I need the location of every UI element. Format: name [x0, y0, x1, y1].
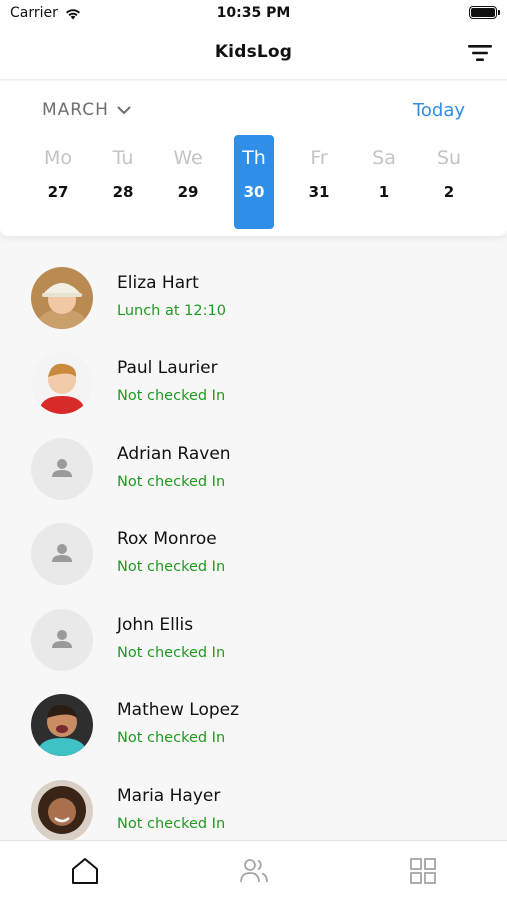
- home-icon: [72, 858, 98, 884]
- day-number: 2: [443, 183, 455, 201]
- kid-status: Not checked In: [117, 388, 226, 404]
- avatar: [31, 780, 93, 840]
- day-of-week: Tu: [112, 147, 134, 169]
- day-number: 1: [378, 183, 390, 201]
- kid-status: Not checked In: [117, 474, 226, 490]
- person-icon: [52, 459, 72, 477]
- day-friday[interactable]: Fr 31: [299, 135, 339, 229]
- filter-button[interactable]: [467, 42, 493, 64]
- kid-row-john-ellis[interactable]: John Ellis Not checked In: [0, 609, 507, 694]
- page-title: KidsLog: [214, 42, 293, 62]
- kid-name: Rox Monroe: [117, 529, 217, 549]
- avatar-placeholder: [31, 523, 93, 585]
- day-of-week: Su: [436, 147, 462, 169]
- day-monday[interactable]: Mo 27: [38, 135, 78, 229]
- avatar-placeholder: [31, 438, 93, 500]
- kid-status: Not checked In: [117, 730, 226, 746]
- person-icon: [52, 630, 72, 648]
- tab-menu[interactable]: [407, 855, 439, 887]
- avatar: [31, 694, 93, 756]
- kid-status: Not checked In: [117, 816, 226, 832]
- day-of-week: Fr: [310, 147, 328, 169]
- kid-name: Adrian Raven: [117, 444, 231, 464]
- kids-list: Eliza Hart Lunch at 12:10 Paul Laurier N…: [0, 240, 507, 840]
- kid-status: Not checked In: [117, 559, 226, 575]
- tab-home[interactable]: [69, 855, 101, 887]
- day-of-week: Sa: [372, 147, 396, 169]
- day-number: 27: [47, 183, 69, 201]
- status-bar: Carrier 10:35 PM: [0, 0, 507, 28]
- day-of-week: Th: [242, 147, 266, 169]
- kid-row-rox-monroe[interactable]: Rox Monroe Not checked In: [0, 523, 507, 608]
- avatar: [31, 267, 93, 329]
- kid-name: Eliza Hart: [117, 273, 199, 293]
- day-thursday-selected[interactable]: Th 30: [234, 135, 274, 229]
- kid-name: Mathew Lopez: [117, 700, 240, 720]
- chevron-down-icon: [117, 106, 131, 114]
- people-icon: [240, 859, 268, 883]
- kid-status: Not checked In: [117, 645, 226, 661]
- avatar: [31, 352, 93, 414]
- day-saturday[interactable]: Sa 1: [364, 135, 404, 229]
- month-label: MARCH: [42, 100, 109, 120]
- day-sunday[interactable]: Su 2: [429, 135, 469, 229]
- battery-icon: [469, 6, 500, 19]
- kid-row-paul-laurier[interactable]: Paul Laurier Not checked In: [0, 352, 507, 437]
- kid-status: Lunch at 12:10: [117, 303, 226, 319]
- tab-people[interactable]: [238, 855, 270, 887]
- day-of-week: Mo: [43, 147, 73, 169]
- day-number: 31: [308, 183, 330, 201]
- tab-bar: [0, 840, 507, 900]
- kid-row-maria-hayer[interactable]: Maria Hayer Not checked In: [0, 780, 507, 840]
- filter-icon: [468, 45, 492, 61]
- month-selector[interactable]: MARCH: [42, 100, 131, 120]
- day-wednesday[interactable]: We 29: [168, 135, 208, 229]
- clock: 10:35 PM: [216, 5, 291, 21]
- kid-row-adrian-raven[interactable]: Adrian Raven Not checked In: [0, 438, 507, 523]
- kid-row-eliza-hart[interactable]: Eliza Hart Lunch at 12:10: [0, 267, 507, 352]
- day-number: 30: [243, 183, 265, 201]
- kid-name: John Ellis: [117, 615, 194, 635]
- person-icon: [52, 544, 72, 562]
- kid-name: Paul Laurier: [117, 358, 218, 378]
- day-number: 28: [112, 183, 134, 201]
- kid-row-mathew-lopez[interactable]: Mathew Lopez Not checked In: [0, 694, 507, 779]
- kid-name: Maria Hayer: [117, 786, 221, 806]
- day-tuesday[interactable]: Tu 28: [103, 135, 143, 229]
- grid-icon: [410, 858, 436, 884]
- day-of-week: We: [173, 147, 203, 169]
- day-number: 29: [177, 183, 199, 201]
- today-button[interactable]: Today: [413, 100, 465, 121]
- nav-bar: KidsLog: [0, 28, 507, 80]
- avatar-placeholder: [31, 609, 93, 671]
- week-calendar: MARCH Today Mo 27 Tu 28 We 29 Th 30 Fr 3…: [0, 81, 507, 236]
